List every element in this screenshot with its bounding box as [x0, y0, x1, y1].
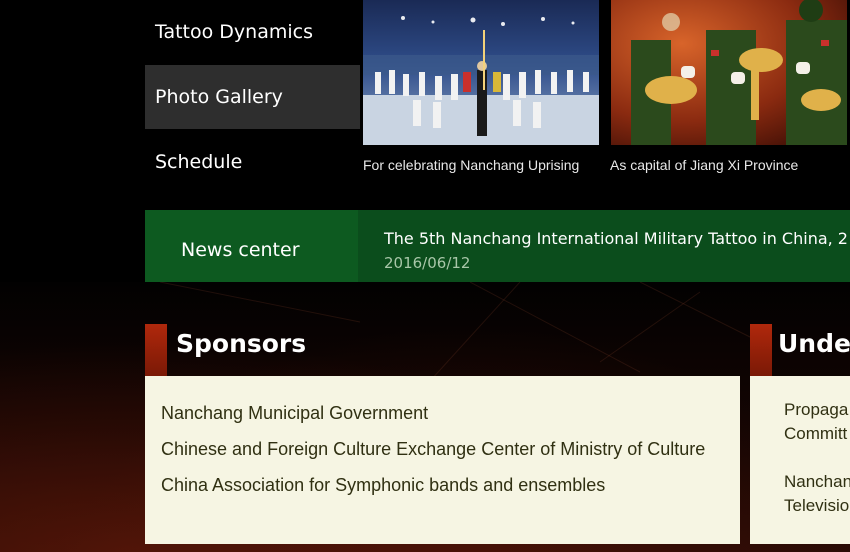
list-item-line: Committ	[784, 424, 848, 443]
photo-caption-2: As capital of Jiang Xi Province	[610, 157, 799, 173]
news-date: 2016/06/12	[384, 254, 471, 272]
undertakers-panel-header: Under	[750, 324, 850, 376]
list-item: Propaga Committ	[784, 398, 850, 446]
nav-item-tattoo-dynamics[interactable]: Tattoo Dynamics	[145, 0, 360, 64]
sponsors-title: Sponsors	[176, 329, 307, 358]
gallery-photo-1[interactable]	[363, 0, 599, 145]
sponsors-panel-header: Sponsors	[145, 324, 740, 376]
news-center-label[interactable]: News center	[145, 210, 358, 282]
undertakers-title: Under	[778, 329, 850, 358]
panel-accent-bar	[145, 324, 167, 376]
nav-item-photo-gallery[interactable]: Photo Gallery	[145, 65, 360, 129]
marching-band-photo-icon	[363, 0, 599, 145]
gallery-photo-2[interactable]	[611, 0, 847, 145]
list-item-line: Propaga	[784, 400, 849, 419]
news-headline-link[interactable]: The 5th Nanchang International Military …	[384, 229, 848, 248]
photo-caption-1: For celebrating Nanchang Uprising	[363, 157, 580, 173]
nav-item-label: Tattoo Dynamics	[155, 21, 313, 43]
list-item-line: Nanchan	[784, 472, 850, 491]
panel-accent-bar	[750, 324, 772, 376]
list-item: Nanchang Municipal Government	[161, 403, 429, 423]
list-item: Nanchan Televisio	[784, 470, 850, 518]
brass-band-photo-icon	[611, 0, 847, 145]
nav-item-label: Photo Gallery	[155, 86, 283, 108]
nav-item-schedule[interactable]: Schedule	[145, 130, 360, 194]
list-item-line: Televisio	[784, 496, 850, 515]
undertakers-panel-body: Propaga Committ Nanchan Televisio	[750, 376, 850, 544]
sponsor-list: Nanchang Municipal Government Chinese an…	[161, 403, 705, 511]
list-item: China Association for Symphonic bands an…	[161, 475, 606, 495]
list-item: Chinese and Foreign Culture Exchange Cen…	[161, 439, 706, 459]
nav-item-label: Schedule	[155, 151, 243, 173]
sponsors-panel-body: Nanchang Municipal Government Chinese an…	[145, 376, 740, 544]
news-bar: News center The 5th Nanchang Internation…	[145, 210, 850, 282]
